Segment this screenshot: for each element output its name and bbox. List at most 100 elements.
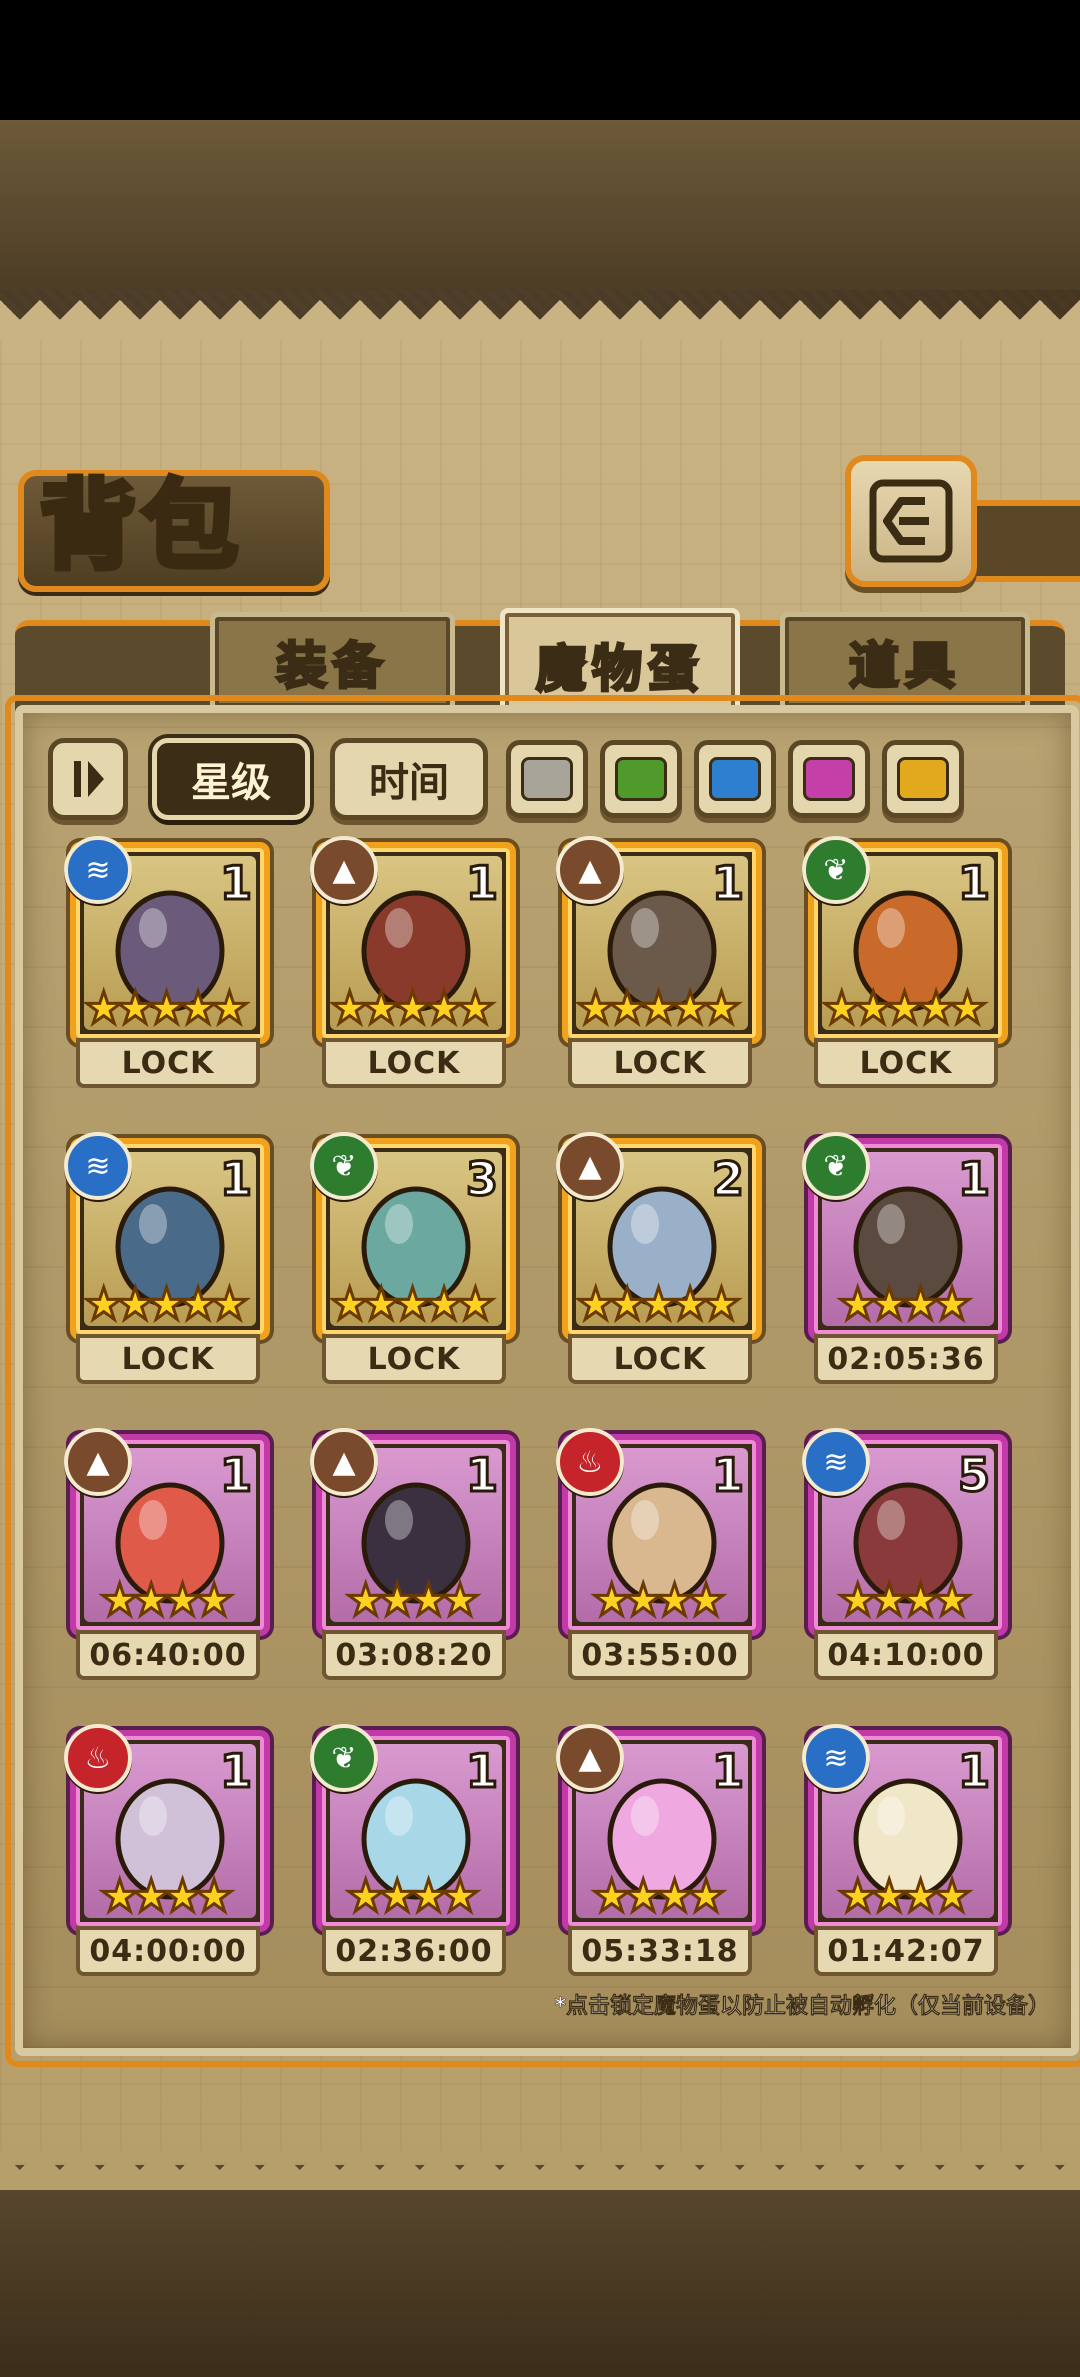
earth-element-icon: ▲	[556, 1132, 624, 1200]
page-title: 背包	[37, 466, 244, 585]
water-element-icon: ≋	[802, 1724, 870, 1792]
egg-card[interactable]: ▲ 1 ★★★★★	[556, 836, 762, 1044]
paper-edge-bottom	[0, 2150, 1080, 2190]
grass-element-icon: ❦	[802, 1132, 870, 1200]
egg-slot[interactable]: ❦ 1 ★★★★ 02:36:00	[310, 1724, 516, 1980]
egg-card[interactable]: ♨ 1 ★★★★	[64, 1724, 270, 1932]
lock-label[interactable]: LOCK	[322, 1038, 506, 1088]
egg-count: 2	[710, 1151, 745, 1208]
star-rating: ★★★★★	[328, 982, 496, 1036]
swatch-dot	[521, 757, 573, 801]
egg-card[interactable]: ❦ 1 ★★★★	[310, 1724, 516, 1932]
lock-label[interactable]: LOCK	[76, 1038, 260, 1088]
water-element-icon: ≋	[802, 1428, 870, 1496]
star-rating: ★★★★★	[574, 1278, 742, 1332]
egg-card[interactable]: ≋ 1 ★★★★	[802, 1724, 1008, 1932]
sort-toggle-icon	[74, 761, 104, 797]
star-rating: ★★★★★	[82, 1278, 250, 1332]
sort-by-time-label: 时间	[369, 760, 449, 806]
egg-card[interactable]: ❦ 1 ★★★★	[802, 1132, 1008, 1340]
egg-slot[interactable]: ≋ 1 ★★★★ 01:42:07	[802, 1724, 1008, 1980]
earth-element-icon: ▲	[64, 1428, 132, 1496]
egg-slot[interactable]: ❦ 3 ★★★★★ LOCK	[310, 1132, 516, 1388]
filter-gray-button[interactable]	[506, 740, 588, 818]
hatch-timer: 02:36:00	[322, 1926, 506, 1976]
egg-count: 1	[464, 1743, 499, 1800]
sort-toggle-button[interactable]	[48, 738, 128, 820]
egg-card[interactable]: ▲ 2 ★★★★★	[556, 1132, 762, 1340]
egg-slot[interactable]: ▲ 1 ★★★★ 06:40:00	[64, 1428, 270, 1684]
egg-slot[interactable]: ≋ 1 ★★★★★ LOCK	[64, 836, 270, 1092]
egg-card[interactable]: ♨ 1 ★★★★	[556, 1428, 762, 1636]
filter-pink-button[interactable]	[788, 740, 870, 818]
paper-edge-top	[0, 300, 1080, 340]
egg-card[interactable]: ❦ 3 ★★★★★	[310, 1132, 516, 1340]
egg-count: 1	[710, 1743, 745, 1800]
hatch-timer: 04:00:00	[76, 1926, 260, 1976]
egg-slot[interactable]: ▲ 1 ★★★★ 03:08:20	[310, 1428, 516, 1684]
egg-card[interactable]: ▲ 1 ★★★★	[310, 1428, 516, 1636]
sort-by-time-button[interactable]: 时间	[330, 738, 488, 820]
hatch-timer: 02:05:36	[814, 1334, 998, 1384]
back-rail	[965, 500, 1080, 582]
egg-slot[interactable]: ♨ 1 ★★★★ 03:55:00	[556, 1428, 762, 1684]
egg-count: 1	[218, 1743, 253, 1800]
status-bar	[0, 0, 1080, 120]
egg-slot[interactable]: ❦ 1 ★★★★ 02:05:36	[802, 1132, 1008, 1388]
egg-card[interactable]: ▲ 1 ★★★★	[556, 1724, 762, 1932]
sort-by-star-button[interactable]: 星级	[152, 738, 310, 820]
filter-blue-button[interactable]	[694, 740, 776, 818]
return-icon	[869, 479, 953, 563]
egg-count: 1	[464, 1447, 499, 1504]
lock-label[interactable]: LOCK	[322, 1334, 506, 1384]
egg-slot[interactable]: ≋ 1 ★★★★★ LOCK	[64, 1132, 270, 1388]
egg-count: 3	[464, 1151, 499, 1208]
egg-count: 1	[956, 1743, 991, 1800]
star-rating: ★★★★★	[82, 982, 250, 1036]
lock-label[interactable]: LOCK	[814, 1038, 998, 1088]
water-element-icon: ≋	[64, 836, 132, 904]
lock-label[interactable]: LOCK	[76, 1334, 260, 1384]
star-rating: ★★★★	[591, 1870, 728, 1924]
fire-element-icon: ♨	[64, 1724, 132, 1792]
egg-slot[interactable]: ≋ 5 ★★★★ 04:10:00	[802, 1428, 1008, 1684]
egg-card[interactable]: ▲ 1 ★★★★	[64, 1428, 270, 1636]
egg-slot[interactable]: ▲ 2 ★★★★★ LOCK	[556, 1132, 762, 1388]
star-rating: ★★★★★	[820, 982, 988, 1036]
swatch-dot	[897, 757, 949, 801]
hatch-timer: 05:33:18	[568, 1926, 752, 1976]
water-element-icon: ≋	[64, 1132, 132, 1200]
egg-count: 1	[218, 1447, 253, 1504]
tab-equipment[interactable]: 装备	[210, 612, 455, 712]
egg-count: 1	[218, 1151, 253, 1208]
earth-element-icon: ▲	[556, 1724, 624, 1792]
tab-items[interactable]: 道具	[780, 612, 1030, 712]
star-rating: ★★★★	[345, 1870, 482, 1924]
egg-card[interactable]: ❦ 1 ★★★★★	[802, 836, 1008, 1044]
egg-slot[interactable]: ❦ 1 ★★★★★ LOCK	[802, 836, 1008, 1092]
egg-card[interactable]: ▲ 1 ★★★★★	[310, 836, 516, 1044]
egg-card[interactable]: ≋ 1 ★★★★★	[64, 836, 270, 1044]
egg-slot[interactable]: ▲ 1 ★★★★★ LOCK	[310, 836, 516, 1092]
egg-count: 1	[710, 1447, 745, 1504]
egg-count: 1	[464, 855, 499, 912]
egg-slot[interactable]: ▲ 1 ★★★★★ LOCK	[556, 836, 762, 1092]
star-rating: ★★★★	[99, 1870, 236, 1924]
star-rating: ★★★★	[837, 1574, 974, 1628]
egg-card[interactable]: ≋ 5 ★★★★	[802, 1428, 1008, 1636]
tab-label: 魔物蛋	[535, 639, 704, 700]
back-button[interactable]	[845, 455, 977, 587]
filter-yellow-button[interactable]	[882, 740, 964, 818]
egg-card[interactable]: ≋ 1 ★★★★★	[64, 1132, 270, 1340]
lock-label[interactable]: LOCK	[568, 1038, 752, 1088]
hatch-timer: 03:55:00	[568, 1630, 752, 1680]
star-rating: ★★★★	[837, 1870, 974, 1924]
earth-element-icon: ▲	[310, 836, 378, 904]
egg-count: 1	[956, 855, 991, 912]
egg-slot[interactable]: ▲ 1 ★★★★ 05:33:18	[556, 1724, 762, 1980]
lock-label[interactable]: LOCK	[568, 1334, 752, 1384]
swatch-dot	[709, 757, 761, 801]
filter-green-button[interactable]	[600, 740, 682, 818]
star-rating: ★★★★	[591, 1574, 728, 1628]
egg-slot[interactable]: ♨ 1 ★★★★ 04:00:00	[64, 1724, 270, 1980]
